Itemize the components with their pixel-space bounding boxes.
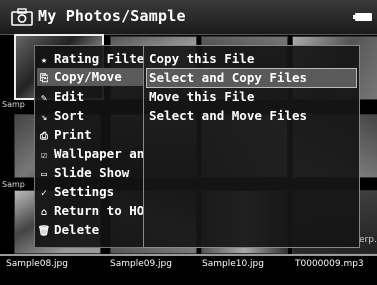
file-name: Sample09.jpg — [110, 259, 172, 269]
menu-item-settings[interactable]: ✓ Settings — [37, 183, 143, 201]
title-bar: My Photos/Sample — [0, 0, 377, 35]
thumbnail-label: erp. — [359, 235, 377, 245]
submenu-item-copy-this-file[interactable]: Copy this File — [147, 50, 356, 68]
menu-item-sort[interactable]: ⇘ Sort — [37, 107, 143, 125]
pencil-icon: ✎ — [40, 93, 48, 104]
menu-item-slide-show[interactable]: ▭ Slide Show — [37, 164, 143, 182]
home-icon: ⌂ — [40, 207, 48, 218]
submenu-item-select-and-move[interactable]: Select and Move Files — [147, 107, 356, 125]
file-name: T0000009.mp3 — [295, 259, 364, 269]
trash-icon: 🗑 — [37, 226, 51, 237]
file-name: Sample08.jpg — [6, 259, 68, 269]
photo-viewer-screen: My Photos/Sample Samp Samp erp. Sample08… — [0, 0, 377, 285]
menu-item-delete[interactable]: 🗑 Delete — [37, 221, 143, 239]
menu-item-edit[interactable]: ✎ Edit — [37, 88, 143, 106]
filename-row: Sample08.jpg Sample09.jpg Sample10.jpg T… — [0, 256, 377, 285]
printer-icon: ⎙ — [40, 131, 48, 142]
menu-item-wallpaper[interactable]: ☑ Wallpaper and — [37, 145, 143, 163]
menu-item-print[interactable]: ⎙ Print — [37, 126, 143, 144]
thumbnail-label: Samp — [2, 180, 25, 189]
camera-icon — [11, 8, 33, 26]
menu-item-copy-move[interactable]: ⎘ Copy/Move — [37, 68, 143, 86]
file-name: Sample10.jpg — [202, 259, 264, 269]
wallpaper-icon: ☑ — [40, 150, 48, 161]
submenu-item-move-this-file[interactable]: Move this File — [147, 88, 356, 106]
context-menu: ★ Rating Filter ⎘ Copy/Move ✎ Edit ⇘ Sort ⎙ P… — [34, 45, 144, 248]
menu-item-rating-filter[interactable]: ★ Rating Filter — [37, 50, 143, 68]
menu-item-return-home[interactable]: ⌂Return to HOME — [37, 202, 143, 220]
submenu-item-select-and-copy[interactable]: Select and Copy Files — [146, 68, 357, 88]
copy-icon: ⎘ — [40, 73, 48, 84]
slideshow-icon: ▭ — [40, 169, 48, 180]
battery-icon — [353, 13, 372, 21]
submenu: Copy this File Select and Copy Files Mov… — [143, 45, 360, 248]
thumbnail-label: Samp — [2, 100, 25, 109]
page-title: My Photos/Sample — [38, 7, 186, 25]
sort-icon: ⇘ — [40, 112, 48, 123]
wrench-icon: ✓ — [40, 188, 48, 199]
